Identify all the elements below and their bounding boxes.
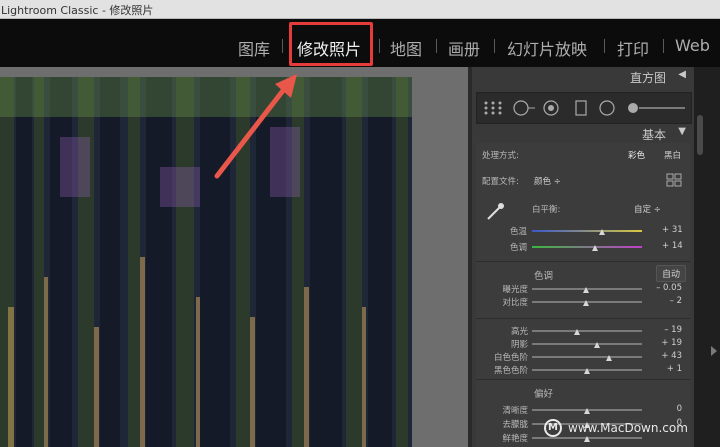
crop-grid-icon[interactable]	[483, 100, 503, 120]
adjustment-brush-icon[interactable]	[627, 100, 687, 120]
temp-slider-knob[interactable]	[599, 229, 606, 235]
tint-label: 色调	[510, 243, 528, 253]
module-separator	[282, 39, 283, 53]
profile-label: 配置文件:	[482, 177, 519, 187]
slider-label: 阴影	[510, 340, 528, 350]
expand-right-panel-icon[interactable]	[711, 346, 717, 356]
white-balance-label: 白平衡:	[532, 205, 561, 215]
collapse-down-icon: ▼	[678, 126, 686, 137]
tone-title: 色调	[534, 271, 554, 282]
temp-track[interactable]	[532, 230, 642, 232]
right-panel: 直方图 ◀ 基本 ▼ 处理方式: 彩色 黑白 配置文件: 颜色 ÷ 白平衡: 自…	[472, 67, 694, 447]
graduated-filter-icon[interactable]	[573, 100, 589, 120]
slider-track[interactable]	[532, 343, 642, 345]
profile-browser-icon[interactable]	[666, 172, 682, 191]
temp-value[interactable]: + 31	[662, 225, 683, 235]
slider-label: 白色色阶	[493, 353, 528, 363]
presence-title: 偏好	[534, 389, 554, 400]
slider-label: 黑色色阶	[493, 366, 528, 376]
slider-value[interactable]: + 43	[654, 351, 682, 361]
slider-label: 鲜艳度	[502, 434, 528, 444]
slider-knob[interactable]	[584, 408, 590, 414]
panel-scrollbar[interactable]	[697, 115, 703, 155]
watermark-logo: M	[544, 419, 562, 437]
basic-header[interactable]: 基本 ▼	[472, 124, 694, 142]
slider-track[interactable]	[532, 330, 642, 332]
tint-track[interactable]	[532, 246, 642, 248]
histogram-header[interactable]: 直方图 ◀	[472, 67, 694, 85]
slider-label: 曝光度	[502, 285, 528, 295]
window-titlebar: Lightroom Classic - 修改照片	[0, 0, 720, 19]
histogram-title: 直方图	[629, 71, 666, 85]
module-web[interactable]: Web	[675, 36, 710, 55]
module-slideshow[interactable]: 幻灯片放映	[507, 36, 587, 60]
slider-knob[interactable]	[584, 368, 590, 374]
profile-dropdown[interactable]: 颜色 ÷	[534, 175, 561, 187]
slider-label: 高光	[510, 327, 528, 337]
module-separator	[663, 39, 664, 53]
slider-label: 清晰度	[502, 406, 528, 416]
slider-knob[interactable]	[593, 342, 600, 348]
red-arrow-icon	[214, 74, 297, 179]
slider-knob[interactable]	[574, 329, 581, 335]
tone-section: 色调 自动 曝光度 – 0.05 对比度 – 2	[476, 262, 690, 320]
slider-knob[interactable]	[606, 355, 612, 361]
watermark-text: www.MacDown.com	[568, 421, 688, 435]
module-separator	[494, 39, 495, 53]
slider-label: 去朦胧	[502, 420, 528, 430]
slider-track[interactable]	[532, 356, 642, 358]
slider-knob[interactable]	[582, 300, 589, 306]
module-map[interactable]: 地图	[390, 36, 422, 60]
spot-removal-icon[interactable]	[513, 100, 537, 120]
slider-value[interactable]: – 19	[654, 325, 682, 335]
slider-value[interactable]: + 1	[654, 364, 682, 374]
module-library[interactable]: 图库	[238, 36, 270, 60]
slider-value[interactable]: 0	[654, 404, 682, 414]
module-separator	[604, 39, 605, 53]
slider-value[interactable]: – 0.05	[654, 283, 682, 293]
treatment-bw-option[interactable]: 黑白	[664, 149, 681, 161]
tint-slider-knob[interactable]	[591, 245, 598, 251]
treatment-label: 处理方式:	[482, 151, 519, 161]
temp-label: 色温	[510, 227, 528, 237]
treatment-color-option[interactable]: 彩色	[628, 149, 645, 161]
slider-knob[interactable]	[582, 287, 589, 293]
tool-strip	[476, 92, 692, 124]
red-eye-icon[interactable]	[543, 100, 559, 120]
white-balance-picker-icon[interactable]	[484, 201, 506, 227]
watermark: M www.MacDown.com	[544, 418, 720, 442]
slider-value[interactable]: – 2	[654, 296, 682, 306]
basic-title: 基本	[641, 128, 666, 142]
module-print[interactable]: 打印	[617, 36, 649, 60]
tint-value[interactable]: + 14	[662, 241, 683, 251]
auto-tone-button[interactable]: 自动	[656, 265, 687, 282]
module-separator	[436, 39, 437, 53]
basic-section: 处理方式: 彩色 黑白 配置文件: 颜色 ÷ 白平衡: 自定 ÷ 色温 + 31…	[476, 143, 690, 263]
white-balance-dropdown[interactable]: 自定 ÷	[634, 203, 661, 215]
window-title: Lightroom Classic - 修改照片	[1, 4, 154, 17]
highlight-box	[289, 22, 373, 66]
slider-label: 对比度	[502, 298, 528, 308]
radial-filter-icon[interactable]	[599, 100, 615, 120]
light-section: 高光 – 19 阴影 + 19 白色色阶 + 43 黑色色阶 + 1	[476, 319, 690, 379]
module-separator	[379, 39, 380, 53]
collapse-left-icon: ◀	[678, 69, 686, 80]
slider-value[interactable]: + 19	[654, 338, 682, 348]
module-book[interactable]: 画册	[448, 36, 480, 60]
